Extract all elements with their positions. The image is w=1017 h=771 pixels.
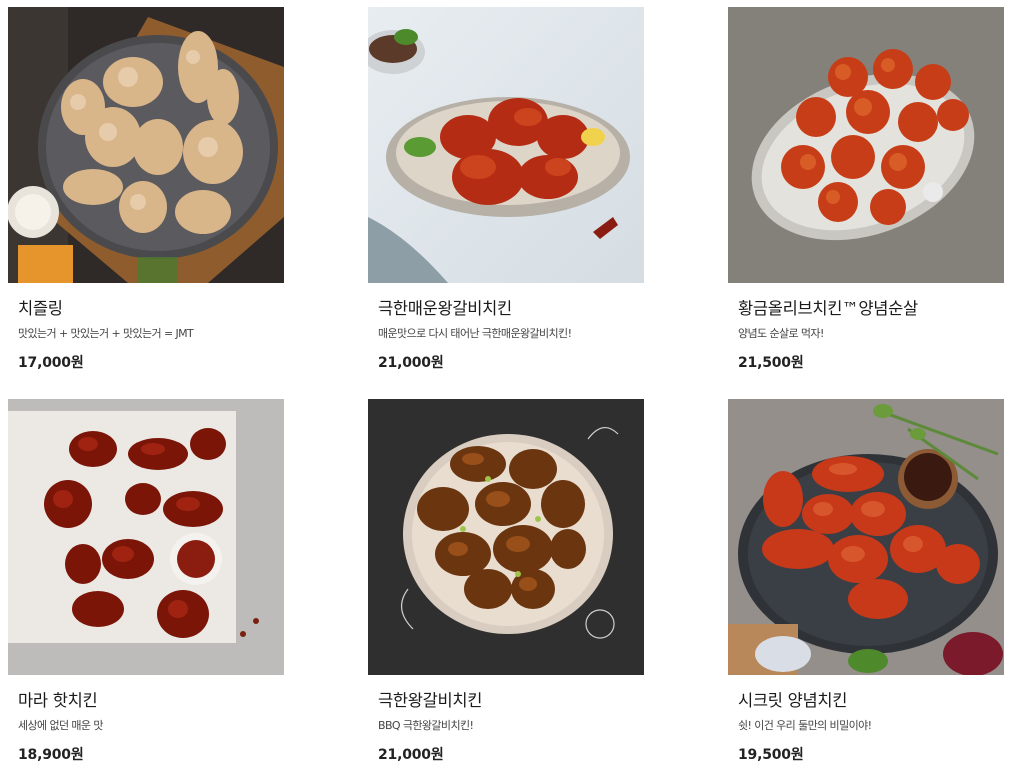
secret-yangnyeom-chicken-image: [728, 399, 1004, 675]
product-name[interactable]: 마라 핫치킨: [18, 687, 284, 711]
product-price: 19,500원: [738, 747, 804, 763]
product-image[interactable]: [8, 7, 284, 283]
product-card-secret-yangnyeom[interactable]: 시크릿 양념치킨 쉿! 이건 우리 둘만의 비밀이야! 19,500원: [728, 399, 1004, 764]
product-name[interactable]: 극한매운왕갈비치킨: [378, 295, 644, 319]
product-image[interactable]: [728, 7, 1004, 283]
product-description: 쉿! 이건 우리 둘만의 비밀이야!: [738, 719, 872, 732]
product-card-extreme-galbi[interactable]: 극한왕갈비치킨 BBQ 극한왕갈비치킨! 21,000원: [368, 399, 644, 764]
product-image[interactable]: [368, 7, 644, 283]
product-card-extreme-spicy-galbi[interactable]: 극한매운왕갈비치킨 매운맛으로 다시 태어난 극한매운왕갈비치킨! 21,000…: [368, 7, 644, 372]
product-price: 17,000원: [18, 355, 84, 371]
product-price: 21,000원: [378, 355, 444, 371]
product-description: 맛있는거 + 맛있는거 + 맛있는거 = JMT: [18, 327, 194, 340]
product-description: 양념도 순살로 먹자!: [738, 327, 824, 340]
mala-hot-chicken-image: [8, 399, 284, 675]
product-description: 매운맛으로 다시 태어난 극한매운왕갈비치킨!: [378, 327, 572, 340]
product-description: BBQ 극한왕갈비치킨!: [378, 719, 474, 732]
product-card-chizzling[interactable]: 치즐링 맛있는거 + 맛있는거 + 맛있는거 = JMT 17,000원: [8, 7, 284, 372]
product-card-golden-olive-boneless[interactable]: 황금올리브치킨™양념순살 양념도 순살로 먹자! 21,500원: [728, 7, 1004, 372]
boneless-yangnyeom-chicken-image: [728, 7, 1004, 283]
product-price: 18,900원: [18, 747, 84, 763]
product-name[interactable]: 황금올리브치킨™양념순살: [738, 295, 1004, 319]
product-name[interactable]: 치즐링: [18, 295, 284, 319]
product-name[interactable]: 극한왕갈비치킨: [378, 687, 644, 711]
product-card-mala-hot[interactable]: 마라 핫치킨 세상에 없던 매운 맛 18,900원: [8, 399, 284, 764]
product-price: 21,500원: [738, 355, 804, 371]
product-image[interactable]: [728, 399, 1004, 675]
product-image[interactable]: [368, 399, 644, 675]
product-description: 세상에 없던 매운 맛: [18, 719, 103, 732]
fried-chicken-cheese-powder-image: [8, 7, 284, 283]
product-grid: 치즐링 맛있는거 + 맛있는거 + 맛있는거 = JMT 17,000원 극한매…: [0, 0, 1017, 771]
galbi-chicken-image: [368, 399, 644, 675]
product-image[interactable]: [8, 399, 284, 675]
spicy-galbi-chicken-image: [368, 7, 644, 283]
product-price: 21,000원: [378, 747, 444, 763]
product-name[interactable]: 시크릿 양념치킨: [738, 687, 1004, 711]
